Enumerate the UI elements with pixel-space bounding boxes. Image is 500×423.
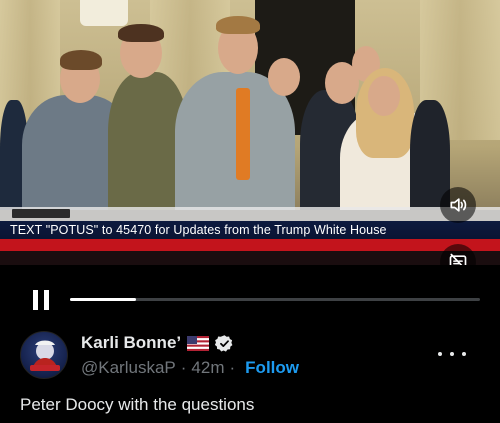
news-strip [0, 207, 500, 221]
user-handle[interactable]: @KarluskaP [81, 358, 176, 378]
video-progress-bar[interactable] [70, 298, 480, 301]
captions-off-icon [449, 253, 467, 265]
handle-row: @KarluskaP · 42m · Follow [81, 358, 299, 378]
video-progress-fill [70, 298, 136, 301]
lanyard [236, 88, 250, 180]
avatar[interactable] [20, 331, 68, 379]
avatar-image [30, 340, 60, 371]
background-lamp [80, 0, 128, 26]
ticker-bottom-bar [0, 251, 500, 265]
more-options-button[interactable] [438, 346, 466, 362]
pause-button[interactable] [33, 290, 51, 310]
more-options-icon [438, 352, 442, 356]
follow-button[interactable]: Follow [245, 358, 299, 378]
us-flag-icon [187, 335, 210, 351]
post-timestamp[interactable]: 42m [191, 358, 224, 378]
person-hair [60, 50, 102, 70]
volume-button[interactable] [440, 187, 476, 223]
separator-dot: · [229, 358, 236, 377]
ticker-text: TEXT "POTUS" to 45470 for Updates from t… [10, 223, 387, 237]
verified-badge-icon [215, 334, 233, 352]
post-text: Peter Doocy with the questions [20, 395, 255, 414]
person-head [268, 58, 300, 96]
ticker-accent-bar [0, 239, 500, 251]
separator-dot: · [180, 358, 187, 377]
person-hair [216, 16, 260, 34]
display-name[interactable]: Karli Bonne’ [81, 333, 181, 353]
more-options-icon [450, 352, 454, 356]
display-name-row[interactable]: Karli Bonne’ [81, 333, 234, 353]
news-logo [12, 209, 70, 218]
more-options-icon [462, 352, 466, 356]
video-player[interactable]: TEXT "POTUS" to 45470 for Updates from t… [0, 0, 500, 265]
person-hair [118, 24, 164, 42]
speaker-icon [450, 198, 467, 212]
person-head [368, 76, 400, 116]
